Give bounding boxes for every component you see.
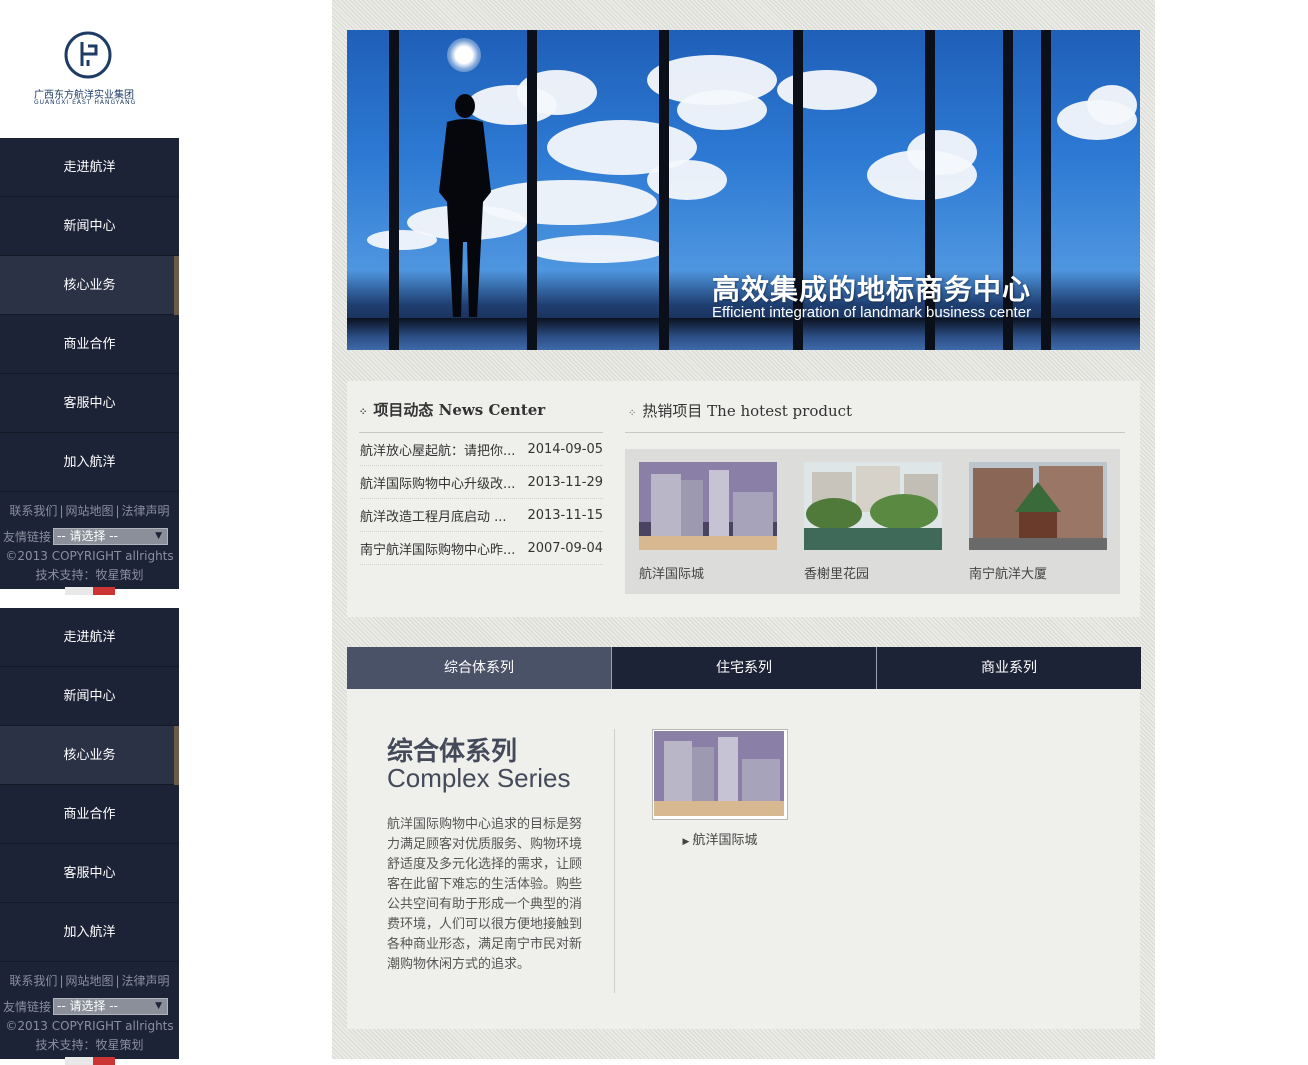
series-panel: 综合体系列 Complex Series 航洋国际购物中心追求的目标是努力满足顾… — [347, 689, 1140, 1029]
sidebar-item-core-business[interactable]: 核心业务 — [0, 726, 179, 785]
list-item[interactable]: 南宁航洋国际购物中心昨... 2007-09-04 — [360, 532, 603, 565]
product-name[interactable]: 香榭里花园 — [804, 563, 942, 582]
product-image[interactable] — [804, 462, 942, 550]
contact-link[interactable]: 联系我们 — [9, 974, 57, 988]
double-arrow-icon: ⁘ — [359, 407, 368, 418]
list-item[interactable]: 航洋改造工程月底启动 ... 2013-11-15 — [360, 499, 603, 532]
sidebar-item-news[interactable]: 新闻中心 — [0, 667, 179, 726]
sidebar-item-join[interactable]: 加入航洋 — [0, 903, 179, 962]
product-name[interactable]: 南宁航洋大厦 — [969, 563, 1107, 582]
logo-mark-icon — [64, 31, 112, 79]
series-title-en: Complex Series — [387, 763, 571, 793]
news-date: 2013-11-29 — [527, 474, 603, 490]
product-image[interactable] — [639, 462, 777, 550]
series-item[interactable]: ▶ 航洋国际城 — [652, 729, 788, 848]
legal-link[interactable]: 法律声明 — [122, 974, 170, 988]
news-heading: ⁘ 项目动态 News Center — [359, 401, 546, 419]
banner-subtitle: Efficient integration of landmark busine… — [712, 304, 1032, 321]
product-card[interactable]: 南宁航洋大厦 — [969, 462, 1107, 582]
sidebar-item-core-business[interactable]: 核心业务 — [0, 256, 179, 315]
list-item[interactable]: 航洋国际购物中心升级改... 2013-11-29 — [360, 466, 603, 499]
sun-icon — [447, 38, 481, 72]
sidebar-item-cooperation[interactable]: 商业合作 — [0, 785, 179, 844]
product-card[interactable]: 航洋国际城 — [639, 462, 777, 582]
logo-name-en: GUANGXI EAST HANGYANG — [34, 99, 137, 106]
friend-links-label: 友情链接 — [3, 1000, 52, 1014]
friend-links-select[interactable]: -- 请选择 -- — [53, 528, 169, 545]
hero-banner[interactable]: 高效集成的地标商务中心 Efficient integration of lan… — [347, 30, 1140, 350]
footer-links: 联系我们 | 网站地图 | 法律声明 — [9, 974, 170, 988]
sitemap-link[interactable]: 网站地图 — [65, 504, 113, 518]
sidebar-item-service[interactable]: 客服中心 — [0, 844, 179, 903]
news-list: 航洋放心屋起航：请把你... 2014-09-05 航洋国际购物中心升级改...… — [360, 433, 603, 565]
main-content: 高效集成的地标商务中心 Efficient integration of lan… — [332, 0, 1155, 1059]
series-item-image[interactable] — [652, 729, 788, 820]
cnzz-badge-icon[interactable] — [64, 1057, 115, 1065]
hot-heading: ⁘ 热销项目 The hotest product — [628, 402, 853, 420]
tab-residential-series[interactable]: 住宅系列 — [612, 647, 877, 689]
news-date: 2007-09-04 — [527, 540, 603, 556]
list-item[interactable]: 航洋放心屋起航：请把你... 2014-09-05 — [360, 433, 603, 466]
contact-link[interactable]: 联系我们 — [9, 504, 57, 518]
friend-links-label: 友情链接 — [3, 530, 52, 544]
series-tabs: 综合体系列 住宅系列 商业系列 — [347, 647, 1141, 699]
sitemap-link[interactable]: 网站地图 — [65, 974, 113, 988]
businessman-silhouette-icon — [439, 94, 491, 317]
double-arrow-icon: ⁘ — [628, 408, 637, 419]
legal-link[interactable]: 法律声明 — [122, 504, 170, 518]
tech-support[interactable]: 技术支持：牧星策划 — [0, 566, 179, 583]
news-title[interactable]: 航洋放心屋起航：请把你... — [360, 440, 518, 459]
copyright: ©2013 COPYRIGHT allrights — [5, 549, 174, 563]
sidebar-item-cooperation[interactable]: 商业合作 — [0, 315, 179, 374]
footer-links: 联系我们 | 网站地图 | 法律声明 — [9, 504, 170, 518]
friend-links: 友情链接 -- 请选择 -- — [0, 528, 179, 545]
news-hot-panel: ⁘ 项目动态 News Center 航洋放心屋起航：请把你... 2014-09… — [347, 381, 1140, 617]
sidebar-nav: 走进航洋 新闻中心 核心业务 商业合作 客服中心 加入航洋 联系我们 | 网站地图 |… — [0, 138, 179, 595]
sidebar-item-join[interactable]: 加入航洋 — [0, 433, 179, 492]
sidebar-item-about[interactable]: 走进航洋 — [0, 138, 179, 197]
sidebar-item-service[interactable]: 客服中心 — [0, 374, 179, 433]
logo[interactable]: 广西东方航洋实业集团 GUANGXI EAST HANGYANG — [0, 0, 179, 138]
series-item-name[interactable]: ▶ 航洋国际城 — [652, 829, 788, 848]
product-name[interactable]: 航洋国际城 — [639, 563, 777, 582]
sidebar-item-news[interactable]: 新闻中心 — [0, 197, 179, 256]
friend-links: 友情链接 -- 请选择 -- — [0, 998, 179, 1015]
copyright: ©2013 COPYRIGHT allrights — [5, 1019, 174, 1033]
news-date: 2013-11-15 — [527, 507, 603, 523]
banner-title: 高效集成的地标商务中心 — [712, 273, 1032, 306]
news-title[interactable]: 航洋改造工程月底启动 ... — [360, 506, 518, 525]
news-title[interactable]: 航洋国际购物中心升级改... — [360, 473, 518, 492]
flag-icon: ▶ — [682, 837, 690, 847]
tab-complex-series[interactable]: 综合体系列 — [347, 647, 612, 699]
friend-links-select[interactable]: -- 请选择 -- — [53, 998, 169, 1015]
news-date: 2014-09-05 — [527, 441, 603, 457]
series-description: 航洋国际购物中心追求的目标是努力满足顾客对优质服务、购物环境舒适度及多元化选择的… — [387, 817, 583, 972]
product-card[interactable]: 香榭里花园 — [804, 462, 942, 582]
sidebar-item-about[interactable]: 走进航洋 — [0, 608, 179, 667]
tab-commercial-series[interactable]: 商业系列 — [877, 647, 1141, 689]
news-title[interactable]: 南宁航洋国际购物中心昨... — [360, 539, 518, 558]
tech-support[interactable]: 技术支持：牧星策划 — [0, 1036, 179, 1053]
banner-floor — [347, 318, 1140, 350]
product-image[interactable] — [969, 462, 1107, 550]
cnzz-badge-icon[interactable] — [64, 587, 115, 595]
hot-products: 航洋国际城 香榭里花园 南宁航洋大厦 — [625, 449, 1120, 594]
sidebar-nav-duplicate: 走进航洋 新闻中心 核心业务 商业合作 客服中心 加入航洋 联系我们 | 网站地图 |… — [0, 608, 179, 1065]
